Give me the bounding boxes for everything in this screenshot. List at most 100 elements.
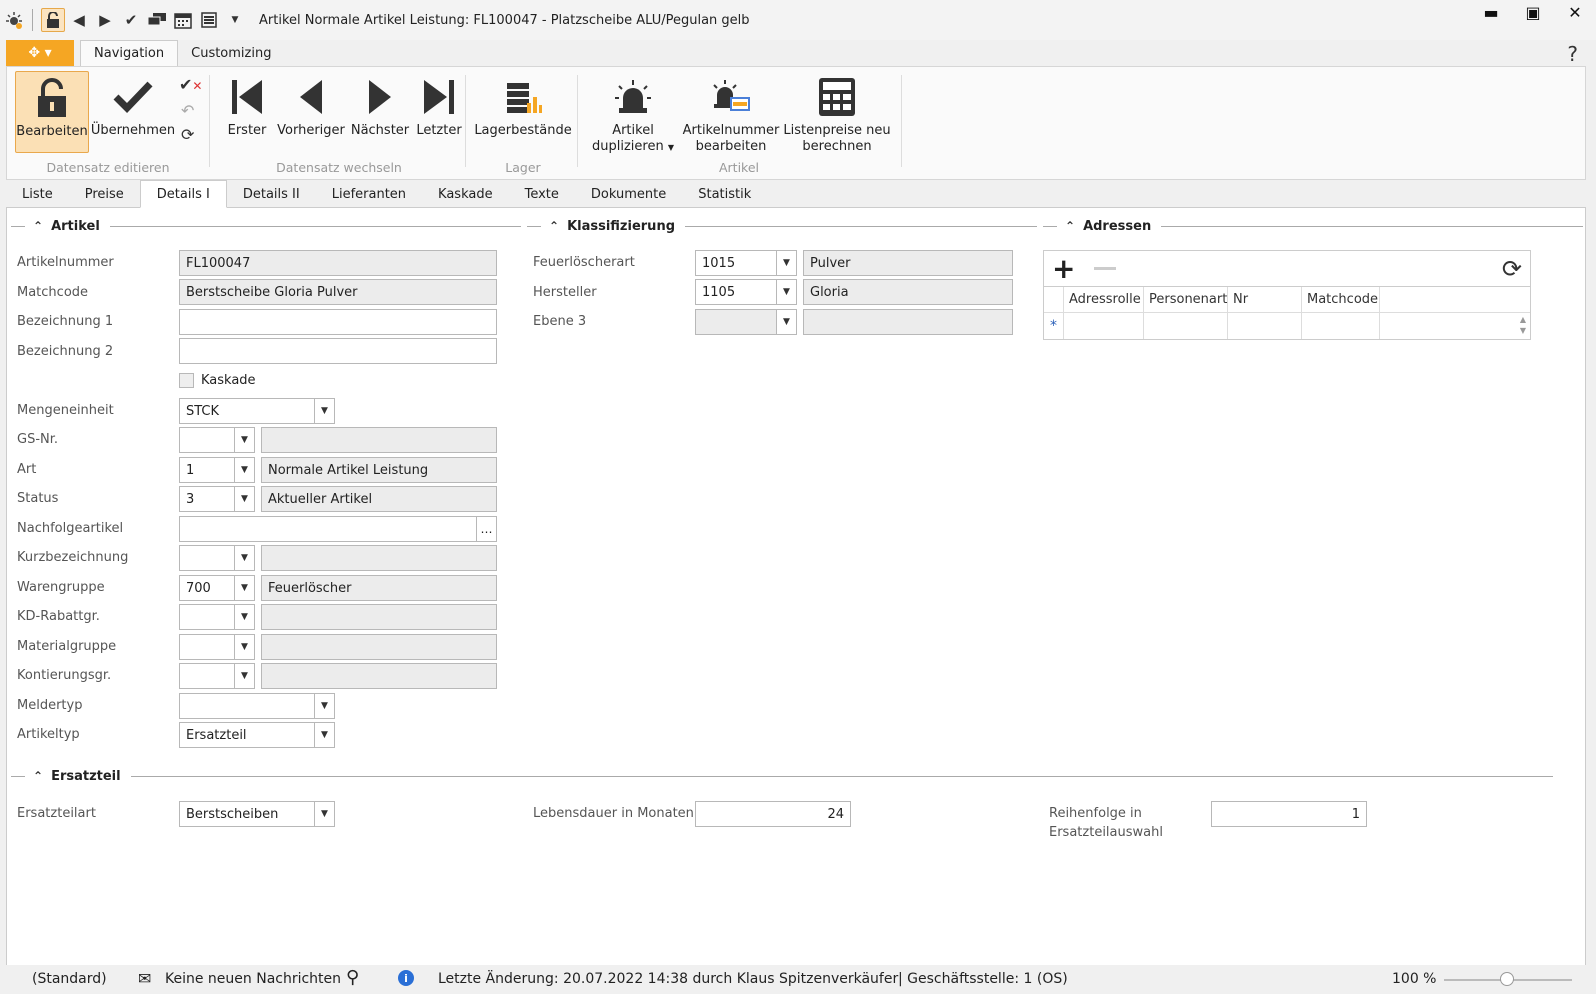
- chevron-down-icon[interactable]: ▼: [314, 723, 334, 747]
- messages-text[interactable]: Keine neuen Nachrichten: [165, 971, 341, 987]
- chevron-down-icon[interactable]: ▼: [776, 310, 796, 334]
- chevron-down-icon[interactable]: ▼: [234, 664, 254, 688]
- column-header[interactable]: Matchcode: [1302, 287, 1380, 312]
- tab-customizing[interactable]: Customizing: [178, 40, 284, 66]
- kdrabatt-select[interactable]: ▼: [179, 604, 255, 630]
- add-icon[interactable]: +: [1052, 252, 1075, 285]
- listenpreise-berechnen-button[interactable]: Listenpreise neu berechnen: [783, 71, 891, 155]
- ellipsis-button[interactable]: …: [476, 517, 496, 541]
- section-klassifizierung-header[interactable]: ⌃ Klassifizierung: [527, 216, 1037, 236]
- close-icon[interactable]: ✕: [1554, 0, 1596, 24]
- nachfolgeartikel-field[interactable]: …: [179, 516, 497, 542]
- bezeichnung1-field[interactable]: [179, 309, 497, 335]
- tab-details-i[interactable]: Details I: [139, 180, 227, 208]
- check-icon[interactable]: ✔: [119, 8, 143, 32]
- lagerbestaende-button[interactable]: Lagerbestände: [474, 71, 572, 139]
- sun-alarm-icon[interactable]: [2, 8, 26, 32]
- remove-icon[interactable]: [1094, 267, 1116, 270]
- tab-texte[interactable]: Texte: [509, 181, 575, 207]
- zoom-slider-thumb[interactable]: [1500, 972, 1514, 986]
- check-cancel-icon[interactable]: ✔✕: [179, 75, 202, 94]
- help-icon[interactable]: ?: [1567, 42, 1578, 66]
- new-row[interactable]: * ▲ ▼: [1044, 313, 1530, 339]
- reihenfolge-field[interactable]: 1: [1211, 801, 1367, 827]
- chevron-down-icon[interactable]: ▼: [234, 458, 254, 482]
- column-header[interactable]: Personenart: [1144, 287, 1228, 312]
- tab-liste[interactable]: Liste: [6, 181, 69, 207]
- uebernehmen-button[interactable]: Übernehmen: [91, 71, 175, 139]
- column-header[interactable]: Adressrolle: [1064, 287, 1144, 312]
- artikeltyp-select[interactable]: Ersatzteil ▼: [179, 722, 335, 748]
- table-cell[interactable]: ▲ ▼: [1380, 313, 1530, 339]
- minimize-icon[interactable]: ▬: [1470, 0, 1512, 24]
- chevron-down-icon[interactable]: ▼: [314, 694, 334, 718]
- column-header[interactable]: Nr: [1228, 287, 1302, 312]
- maximize-icon[interactable]: ▣: [1512, 0, 1554, 24]
- chevron-down-icon[interactable]: ▼: [314, 802, 334, 826]
- refresh-icon[interactable]: ⟳: [181, 125, 194, 144]
- ersatzteilart-select[interactable]: Berstscheiben ▼: [179, 801, 335, 827]
- branch-text[interactable]: | Geschäftsstelle: 1 (OS): [898, 971, 1068, 987]
- chevron-down-icon[interactable]: ▼: [234, 635, 254, 659]
- chevron-down-icon[interactable]: ▼: [234, 546, 254, 570]
- search-icon[interactable]: ⚲: [346, 967, 359, 988]
- kurzbezeichnung-select[interactable]: ▼: [179, 545, 255, 571]
- meldertyp-select[interactable]: ▼: [179, 693, 335, 719]
- list-icon[interactable]: [197, 8, 221, 32]
- letzter-button[interactable]: Letzter: [411, 71, 467, 139]
- erster-button[interactable]: Erster: [219, 71, 275, 139]
- tab-statistik[interactable]: Statistik: [682, 181, 767, 207]
- chevron-down-icon[interactable]: ▼: [776, 280, 796, 304]
- chevron-down-icon[interactable]: ▼: [234, 428, 254, 452]
- artikelnummer-bearbeiten-button[interactable]: Artikelnummer bearbeiten: [681, 71, 781, 155]
- warengruppe-select[interactable]: 700 ▼: [179, 575, 255, 601]
- tab-lieferanten[interactable]: Lieferanten: [316, 181, 422, 207]
- artikelnummer-field[interactable]: FL100047: [179, 250, 497, 276]
- section-ersatzteil-header[interactable]: ⌃ Ersatzteil: [11, 766, 1553, 786]
- naechster-button[interactable]: Nächster: [349, 71, 411, 139]
- app-menu-button[interactable]: ✥ ▾: [6, 40, 74, 66]
- materialgruppe-select[interactable]: ▼: [179, 634, 255, 660]
- tab-navigation[interactable]: Navigation: [80, 40, 179, 66]
- lebensdauer-field[interactable]: 24: [695, 801, 851, 827]
- vorheriger-button[interactable]: Vorheriger: [277, 71, 345, 139]
- bearbeiten-button[interactable]: Bearbeiten: [15, 71, 89, 153]
- undo-icon[interactable]: ↶: [181, 101, 194, 120]
- refresh-icon[interactable]: ⟳: [1502, 255, 1522, 283]
- kaskade-checkbox[interactable]: [179, 373, 194, 388]
- chevron-down-icon[interactable]: ▼: [234, 605, 254, 629]
- chevron-down-icon[interactable]: ▼: [776, 251, 796, 275]
- artikel-duplizieren-button[interactable]: Artikel duplizieren ▼: [585, 71, 681, 156]
- scroll-arrows-icon[interactable]: ▲ ▼: [1520, 314, 1526, 336]
- section-artikel-header[interactable]: ⌃ Artikel: [11, 216, 521, 236]
- tab-kaskade[interactable]: Kaskade: [422, 181, 509, 207]
- kontierung-select[interactable]: ▼: [179, 663, 255, 689]
- chevron-down-icon[interactable]: ▼: [234, 576, 254, 600]
- hersteller-select[interactable]: 1105 ▼: [695, 279, 797, 305]
- bezeichnung2-field[interactable]: [179, 338, 497, 364]
- mengeneinheit-select[interactable]: STCK ▼: [179, 398, 335, 424]
- tab-preise[interactable]: Preise: [69, 181, 140, 207]
- feuerloescherart-select[interactable]: 1015 ▼: [695, 250, 797, 276]
- art-select[interactable]: 1 ▼: [179, 457, 255, 483]
- tab-details-ii[interactable]: Details II: [227, 181, 316, 207]
- gsnr-select[interactable]: ▼: [179, 427, 255, 453]
- chevron-down-icon[interactable]: ▼: [234, 487, 254, 511]
- forward-icon[interactable]: ▶: [93, 8, 117, 32]
- dropdown-icon[interactable]: ▼: [223, 8, 247, 32]
- table-cell[interactable]: [1064, 313, 1144, 339]
- info-icon[interactable]: i: [398, 970, 414, 986]
- calendar-icon[interactable]: [171, 8, 195, 32]
- matchcode-field[interactable]: Berstscheibe Gloria Pulver: [179, 279, 497, 305]
- ebene3-select[interactable]: ▼: [695, 309, 797, 335]
- table-cell[interactable]: [1228, 313, 1302, 339]
- mail-icon[interactable]: ✉: [138, 969, 151, 988]
- back-icon[interactable]: ◀: [67, 8, 91, 32]
- table-cell[interactable]: [1144, 313, 1228, 339]
- layout-label[interactable]: (Standard): [32, 971, 107, 987]
- status-select[interactable]: 3 ▼: [179, 486, 255, 512]
- chat-icon[interactable]: [145, 8, 169, 32]
- chevron-down-icon[interactable]: ▼: [314, 399, 334, 423]
- lock-icon[interactable]: [41, 8, 65, 32]
- section-adressen-header[interactable]: ⌃ Adressen: [1043, 216, 1583, 236]
